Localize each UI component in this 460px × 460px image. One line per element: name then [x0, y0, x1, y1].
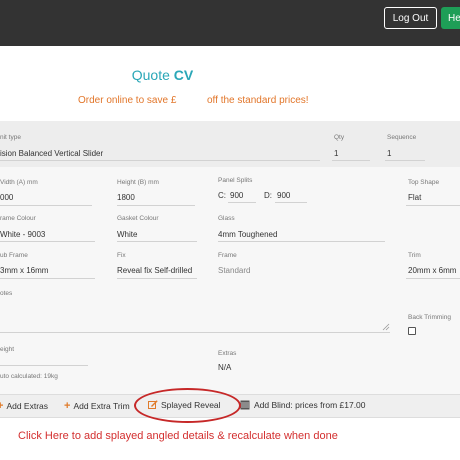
add-extras-button[interactable]: + Add Extras: [0, 400, 48, 412]
gasket-colour-select[interactable]: White: [117, 230, 137, 239]
split-c-underline: [228, 202, 256, 203]
weight-auto-note: uto calculated: 19kg: [0, 373, 58, 380]
qty-underline: [332, 160, 370, 161]
height-label: Height (B) mm: [117, 179, 159, 186]
unit-type-underline: [0, 160, 320, 161]
fix-label: Fix: [117, 252, 126, 259]
glass-label: Glass: [218, 215, 235, 222]
sub-frame-label: ub Frame: [0, 252, 28, 259]
unit-type-select[interactable]: ision Balanced Vertical Slider: [0, 149, 103, 158]
fix-select[interactable]: Reveal fix Self-drilled: [117, 266, 192, 275]
frame-colour-label: rame Colour: [0, 215, 36, 222]
logout-button[interactable]: Log Out: [384, 7, 437, 29]
help-button[interactable]: He: [441, 7, 460, 29]
quote-code: CV: [173, 67, 194, 83]
plus-icon: +: [64, 400, 71, 412]
panel-splits-label: Panel Splits: [218, 177, 253, 184]
promo-text-left: Order online to save £: [78, 95, 177, 106]
blind-icon: [240, 400, 250, 410]
height-input[interactable]: 1800: [117, 193, 135, 202]
width-label: Vidth (A) mm: [0, 179, 38, 186]
qty-label: Qty: [334, 134, 345, 141]
notes-underline: [0, 332, 390, 333]
add-blind-label: Add Blind: prices from £17.00: [254, 400, 366, 410]
add-extra-trim-label: Add Extra Trim: [73, 401, 130, 411]
top-shape-label: Top Shape: [408, 179, 440, 186]
fix-underline: [117, 278, 197, 279]
trim-select[interactable]: 20mm x 6mm: [408, 266, 456, 275]
sub-frame-select[interactable]: 3mm x 16mm: [0, 266, 48, 275]
promo-text-right: off the standard prices!: [207, 95, 309, 106]
width-input[interactable]: 000: [0, 193, 13, 202]
sequence-input[interactable]: 1: [387, 149, 391, 158]
glass-underline: [218, 241, 385, 242]
height-underline: [117, 205, 195, 206]
resize-grip-icon[interactable]: [382, 323, 390, 331]
extras-label: Extras: [218, 350, 237, 357]
instruction-text: Click Here to add splayed angled details…: [18, 430, 338, 442]
sequence-label: Sequence: [387, 134, 417, 141]
back-trimming-label: Back Trimming: [408, 314, 451, 321]
weight-label: eight: [0, 346, 15, 353]
qty-input[interactable]: 1: [334, 149, 338, 158]
split-c-input[interactable]: 900: [230, 191, 243, 200]
split-d-input[interactable]: 900: [277, 191, 290, 200]
trim-underline: [406, 278, 460, 279]
sub-frame-underline: [0, 278, 95, 279]
gasket-colour-label: Gasket Colour: [117, 215, 159, 222]
add-extra-trim-button[interactable]: + Add Extra Trim: [64, 400, 130, 412]
glass-select[interactable]: 4mm Toughened: [218, 230, 277, 239]
extras-value: N/A: [218, 363, 232, 372]
frame-colour-underline: [0, 241, 95, 242]
top-shape-select[interactable]: Flat: [408, 193, 421, 202]
width-underline: [0, 205, 92, 206]
unit-type-label: nit type: [0, 134, 21, 141]
plus-icon: +: [0, 400, 4, 412]
frame-value: Standard: [218, 266, 251, 275]
quote-title: Quote CV: [0, 67, 325, 83]
highlight-circle: [134, 388, 241, 423]
gasket-colour-underline: [117, 241, 197, 242]
split-d-label: D:: [264, 191, 272, 200]
trim-label: Trim: [408, 252, 421, 259]
notes-textarea[interactable]: [0, 300, 390, 332]
sequence-underline: [385, 160, 425, 161]
add-blind-button[interactable]: Add Blind: prices from £17.00: [240, 400, 366, 410]
add-extras-label: Add Extras: [6, 401, 49, 411]
split-d-underline: [275, 202, 307, 203]
back-trimming-checkbox[interactable]: [408, 327, 416, 335]
frame-label: Frame: [218, 252, 237, 259]
notes-label: otes: [0, 290, 13, 297]
top-shape-underline: [406, 205, 460, 206]
quote-title-prefix: Quote: [131, 67, 170, 83]
frame-colour-select[interactable]: White - 9003: [0, 230, 45, 239]
weight-underline: [0, 365, 88, 366]
split-c-label: C:: [218, 191, 226, 200]
